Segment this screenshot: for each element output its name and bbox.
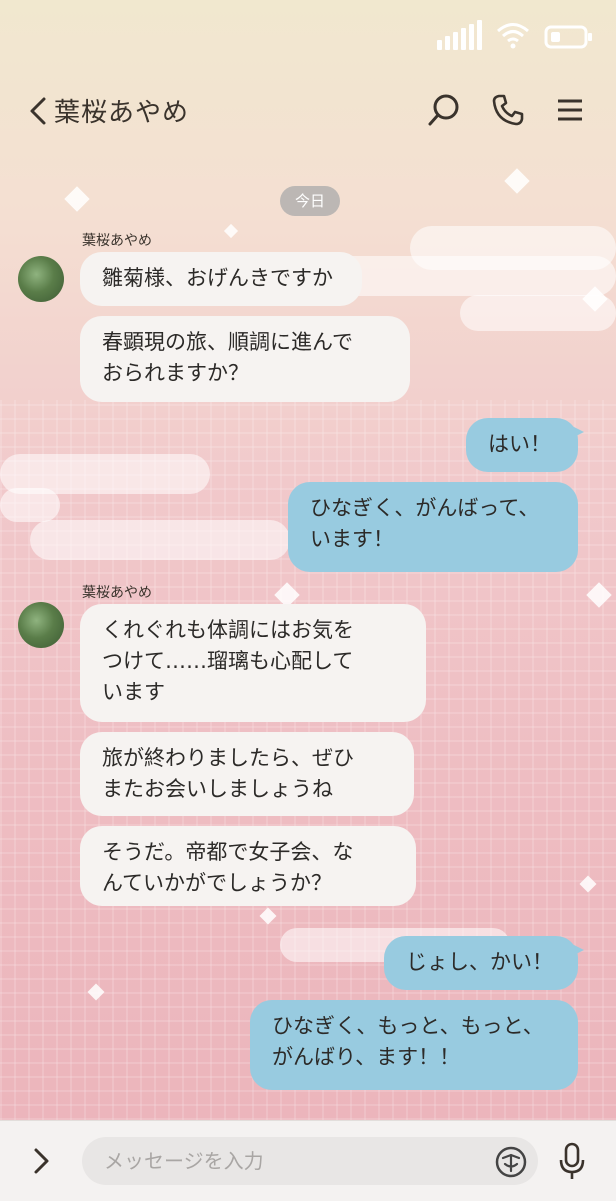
cloud-decoration (0, 488, 60, 522)
message-input-bar (0, 1120, 616, 1201)
message-bubble-outgoing[interactable]: ひなぎく、がんばって、 います！ (288, 482, 578, 572)
message-bubble-incoming[interactable]: そうだ。帝都で女子会、な んていかがでしょうか？ (80, 826, 416, 906)
cloud-decoration (30, 520, 290, 560)
diamond-decoration (64, 186, 90, 212)
menu-icon[interactable] (552, 92, 588, 128)
status-bar (0, 0, 616, 70)
sender-name: 葉桜あやめ (82, 585, 152, 601)
chat-title: 葉桜あやめ (54, 98, 190, 128)
message-bubble-outgoing[interactable]: ひなぎく、もっと、もっと、 がんばり、ます！！ (250, 1000, 578, 1090)
message-bubble-incoming[interactable]: 旅が終わりましたら、ぜひ またお会いしましょうね (80, 732, 414, 816)
sender-name: 葉桜あやめ (82, 233, 152, 249)
date-separator: 今日 (280, 186, 340, 216)
wifi-icon (497, 23, 529, 49)
battery-icon (544, 25, 592, 49)
message-input[interactable] (82, 1137, 538, 1185)
avatar[interactable] (18, 602, 64, 648)
chat-header: 葉桜あやめ (0, 78, 616, 144)
search-icon[interactable] (426, 92, 462, 128)
message-bubble-incoming[interactable]: 雛菊様、おげんきですか (80, 252, 362, 306)
emoji-icon[interactable] (494, 1145, 528, 1179)
message-bubble-incoming[interactable]: 春顕現の旅、順調に進んで おられますか？ (80, 316, 410, 402)
message-bubble-outgoing[interactable]: はい！ (466, 418, 584, 472)
back-icon[interactable] (26, 96, 52, 126)
avatar[interactable] (18, 256, 64, 302)
diamond-decoration (223, 223, 239, 239)
message-bubble-outgoing[interactable]: じょし、かい！ (384, 936, 584, 990)
signal-icon (437, 18, 482, 50)
expand-icon[interactable] (28, 1145, 54, 1177)
cloud-decoration (330, 256, 616, 296)
diamond-decoration (504, 168, 530, 194)
phone-icon[interactable] (490, 92, 526, 128)
mic-icon[interactable] (556, 1141, 588, 1181)
message-bubble-incoming[interactable]: くれぐれも体調にはお気を つけて……瑠璃も心配して います (80, 604, 426, 722)
